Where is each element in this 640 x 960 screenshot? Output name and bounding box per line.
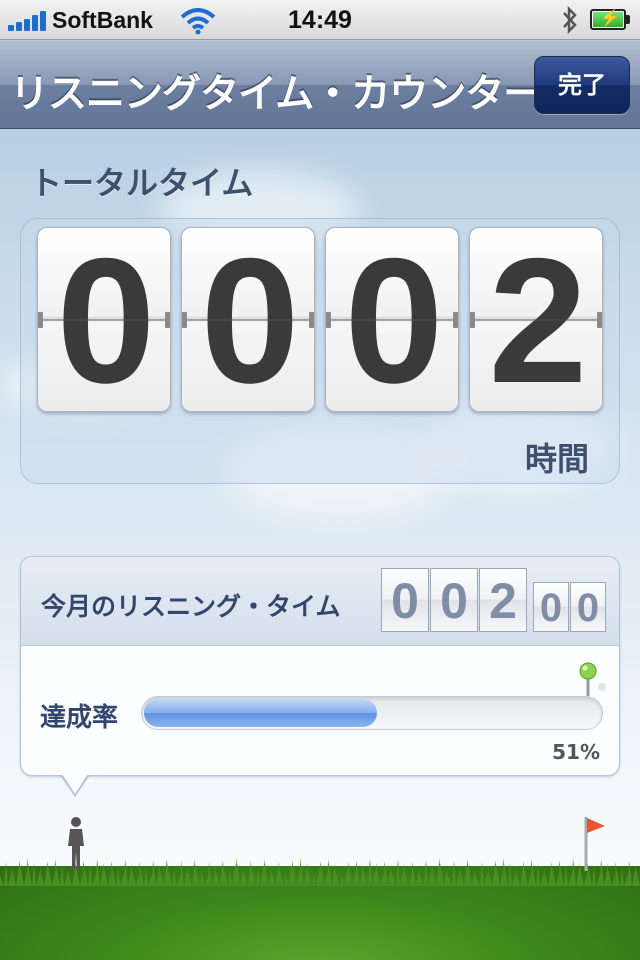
monthly-listening-card: 今月のリスニング・タイム — [20, 556, 620, 776]
total-time-digit: 2 — [469, 227, 603, 412]
achievement-percent: 51% — [552, 740, 600, 764]
total-time-title: トータルタイム — [30, 164, 254, 202]
person-icon — [68, 817, 84, 871]
monthly-minute-digit: 0 — [533, 582, 569, 632]
monthly-hour-digit: 0 — [381, 568, 429, 632]
achievement-progress-bar — [141, 696, 603, 730]
card-pointer — [62, 774, 88, 794]
achievement-progress-fill — [144, 699, 377, 727]
page-title: リスニングタイム・カウンター — [10, 72, 542, 117]
monthly-title: 今月のリスニング・タイム — [41, 592, 341, 621]
goal-flag-icon — [584, 817, 605, 871]
hours-unit-label: 時間 — [525, 440, 590, 478]
grass-blades — [0, 858, 640, 886]
monthly-hour-digit: 0 — [430, 568, 478, 632]
monthly-header: 今月のリスニング・タイム — [21, 557, 619, 646]
monthly-minute-digit: 0 — [570, 582, 606, 632]
total-time-digit: 0 — [181, 227, 315, 412]
goal-pin-icon — [579, 662, 606, 696]
achievement-rate-label: 達成率 — [40, 703, 119, 733]
navigation-bar: リスニングタイム・カウンター 完了 — [0, 41, 640, 129]
total-time-digit: 0 — [325, 227, 459, 412]
status-bar: SoftBank 14:49 ⚡ — [0, 0, 640, 40]
monthly-hour-digit: 2 — [479, 568, 527, 632]
battery-charging-icon: ⚡ — [590, 9, 630, 30]
status-time: 14:49 — [288, 6, 352, 34]
total-time-digit: 0 — [37, 227, 171, 412]
done-button[interactable]: 完了 — [534, 56, 630, 114]
bluetooth-icon — [563, 5, 577, 35]
